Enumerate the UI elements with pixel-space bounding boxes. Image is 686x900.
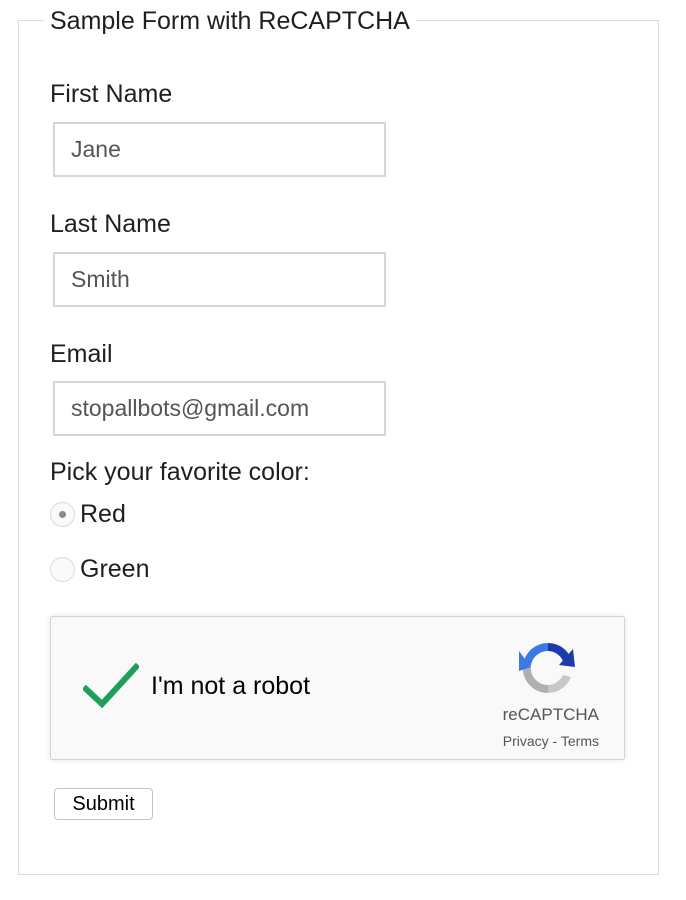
recaptcha-checkbox-label[interactable]: I'm not a robot [151, 671, 310, 701]
submit-button[interactable]: Submit [54, 788, 153, 820]
email-label: Email [50, 340, 113, 368]
color-prompt-label: Pick your favorite color: [50, 458, 310, 486]
privacy-link[interactable]: Privacy [503, 733, 549, 749]
links-separator: - [548, 733, 561, 749]
first-name-label: First Name [50, 80, 173, 108]
radio-selected-dot [59, 510, 66, 518]
terms-link[interactable]: Terms [561, 733, 599, 749]
radio-label-green[interactable]: Green [80, 554, 149, 584]
recaptcha-logo-icon [519, 642, 575, 694]
last-name-label: Last Name [50, 210, 171, 238]
checkmark-icon[interactable] [83, 663, 139, 709]
radio-option-green[interactable]: Green [50, 554, 149, 584]
first-name-input[interactable] [53, 122, 386, 177]
radio-label-red[interactable]: Red [80, 499, 126, 529]
email-input[interactable] [53, 381, 386, 436]
recaptcha-brand-text: reCAPTCHA [502, 705, 599, 724]
radio-button-green[interactable] [50, 556, 75, 582]
recaptcha-links: Privacy - Terms [503, 733, 599, 749]
radio-button-red[interactable] [50, 501, 75, 527]
form-legend: Sample Form with ReCAPTCHA [44, 6, 416, 36]
radio-option-red[interactable]: Red [50, 499, 126, 529]
recaptcha-widget: I'm not a robot reCAPTCHA Privacy - Term… [50, 616, 625, 760]
last-name-input[interactable] [53, 252, 386, 307]
